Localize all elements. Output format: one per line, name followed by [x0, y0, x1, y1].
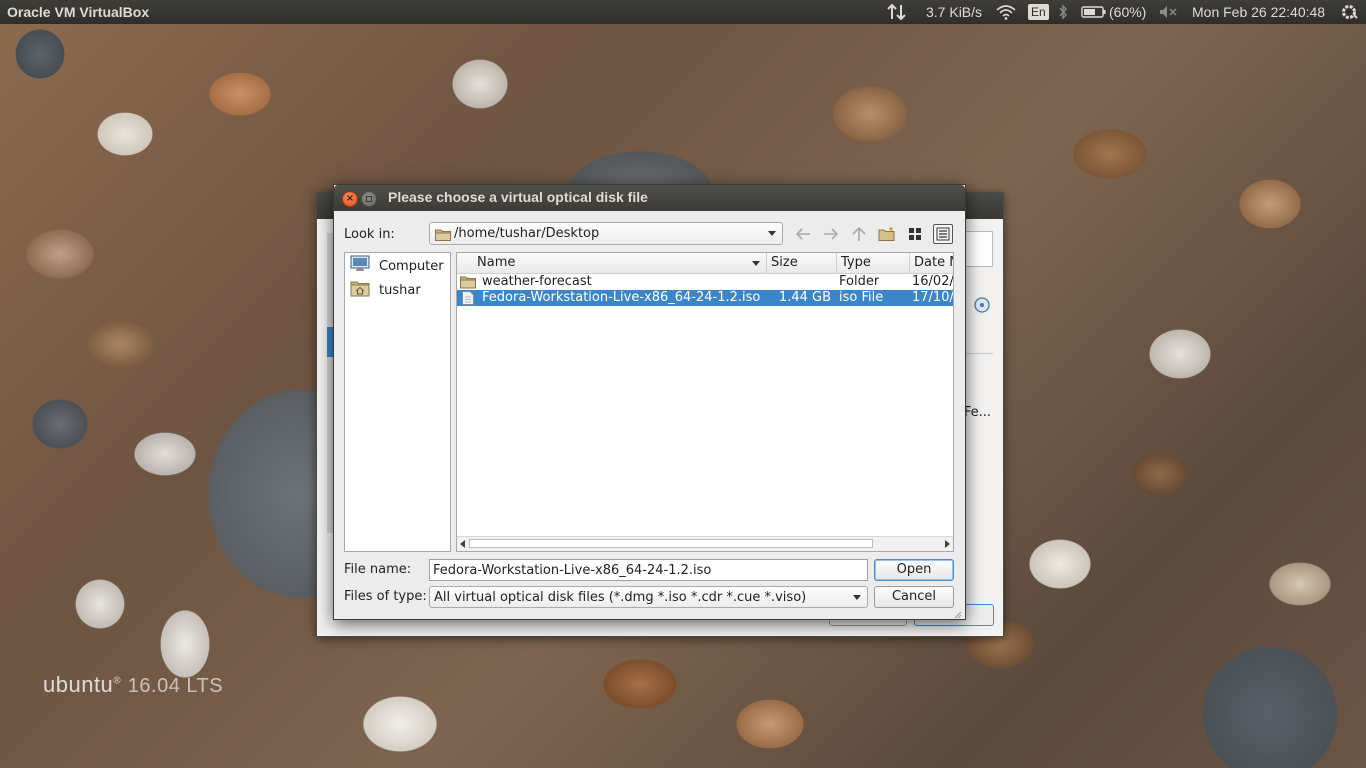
bluetooth-icon[interactable]: [1058, 3, 1068, 21]
parent-dir-icon: [852, 226, 866, 241]
forward-button[interactable]: [821, 224, 841, 244]
minimize-icon: [366, 196, 372, 202]
scroll-right-icon[interactable]: [945, 540, 950, 548]
column-label-name: Name: [477, 255, 516, 270]
files-of-type-label: Files of type:: [344, 589, 427, 604]
file-name: weather-forecast: [482, 274, 592, 289]
folder-icon: [435, 228, 451, 245]
computer-icon: [350, 255, 370, 277]
sidebar-item-tushar[interactable]: tushar: [350, 280, 421, 300]
scroll-left-icon[interactable]: [460, 540, 465, 548]
background-divider: [965, 353, 993, 354]
close-button[interactable]: ×: [342, 191, 358, 207]
dialog-titlebar[interactable]: × Please choose a virtual optical disk f…: [334, 185, 965, 211]
list-view-button[interactable]: [933, 224, 953, 244]
file-size: 1.44 GB: [778, 290, 831, 305]
transfer-arrows-icon[interactable]: [887, 3, 907, 21]
folder-icon: [460, 275, 476, 291]
table-row[interactable]: Fedora-Workstation-Live-x86_64-24-1.2.is…: [457, 290, 953, 306]
minimize-button[interactable]: [361, 191, 377, 207]
file-type: iso File: [839, 290, 884, 305]
back-icon: [795, 228, 810, 240]
file-chooser-dialog: × Please choose a virtual optical disk f…: [333, 184, 966, 620]
file-name: Fedora-Workstation-Live-x86_64-24-1.2.is…: [482, 290, 761, 305]
settings-gear-icon[interactable]: [1340, 3, 1358, 21]
sidebar-item-computer[interactable]: Computer: [350, 255, 444, 277]
volume-muted-icon[interactable]: [1158, 3, 1178, 21]
file-type: Folder: [839, 274, 880, 289]
open-button[interactable]: Open: [874, 559, 954, 581]
battery-percent: (60%): [1109, 4, 1147, 20]
background-partial-text: Fe...: [963, 405, 991, 420]
datetime[interactable]: Mon Feb 26 22:40:48: [1192, 3, 1325, 21]
file-size: [771, 274, 831, 290]
app-title: Oracle VM VirtualBox: [7, 4, 150, 20]
file-date: 16/02/1: [912, 274, 953, 289]
home-folder-icon: [350, 279, 370, 301]
file-name-label: File name:: [344, 562, 412, 577]
registered-mark: ®: [113, 675, 122, 687]
files-of-type-combo[interactable]: All virtual optical disk files (*.dmg *.…: [429, 586, 868, 608]
network-speed: 3.7 KiB/s: [926, 4, 983, 20]
sidebar-item-label: tushar: [379, 282, 421, 298]
watermark-version: 16.04 LTS: [127, 675, 224, 697]
column-label-type: Type: [841, 255, 871, 270]
cancel-button[interactable]: Cancel: [874, 586, 954, 608]
background-field: [963, 231, 993, 267]
watermark-brand: ubuntu: [43, 672, 114, 697]
battery-icon[interactable]: [1081, 3, 1107, 21]
column-label-size: Size: [771, 255, 798, 270]
icon-view-button[interactable]: [905, 224, 925, 244]
list-view-icon: [936, 227, 950, 241]
keyboard-layout: En: [1028, 4, 1049, 20]
sort-descending-icon: [752, 261, 760, 266]
file-icon: [462, 291, 474, 307]
back-button[interactable]: [793, 224, 813, 244]
chevron-down-icon: [853, 595, 861, 600]
table-row[interactable]: weather-forecast Folder 16/02/1: [457, 274, 953, 290]
scrollbar-thumb[interactable]: [469, 539, 873, 548]
resize-grip-icon[interactable]: [954, 608, 962, 619]
column-header-type[interactable]: Type: [837, 253, 910, 273]
parent-directory-button[interactable]: [849, 224, 869, 244]
files-of-type-value: All virtual optical disk files (*.dmg *.…: [434, 590, 807, 605]
column-header-date[interactable]: Date M: [910, 253, 953, 273]
icon-view-icon: [909, 228, 921, 240]
list-header: Name Size Type Date M: [457, 253, 953, 274]
new-folder-icon: [878, 227, 895, 241]
look-in-combo[interactable]: /home/tushar/Desktop: [429, 222, 783, 245]
horizontal-scrollbar[interactable]: [457, 536, 953, 551]
look-in-label: Look in:: [344, 227, 395, 242]
column-header-size[interactable]: Size: [767, 253, 837, 273]
file-name-input[interactable]: [429, 559, 868, 581]
optical-disk-icon[interactable]: [973, 296, 991, 314]
chevron-down-icon: [768, 231, 776, 236]
column-label-date: Date M: [914, 255, 953, 270]
close-icon: ×: [345, 193, 355, 204]
sidebar-item-label: Computer: [379, 258, 444, 274]
forward-icon: [824, 228, 839, 240]
top-panel: Oracle VM VirtualBox 3.7 KiB/s En (60%) …: [0, 0, 1366, 24]
look-in-path: /home/tushar/Desktop: [454, 226, 600, 241]
dialog-title: Please choose a virtual optical disk fil…: [388, 189, 648, 205]
new-folder-button[interactable]: [877, 224, 897, 244]
file-list[interactable]: Name Size Type Date M weather-forecast F…: [456, 252, 954, 552]
places-sidebar: Computer tushar: [344, 252, 451, 552]
column-header-name[interactable]: Name: [457, 253, 767, 273]
keyboard-layout-indicator[interactable]: En: [1028, 3, 1049, 21]
wifi-icon[interactable]: [996, 3, 1016, 21]
file-date: 17/10/1: [912, 290, 953, 305]
ubuntu-watermark: ubuntu® 16.04 LTS: [43, 672, 223, 698]
